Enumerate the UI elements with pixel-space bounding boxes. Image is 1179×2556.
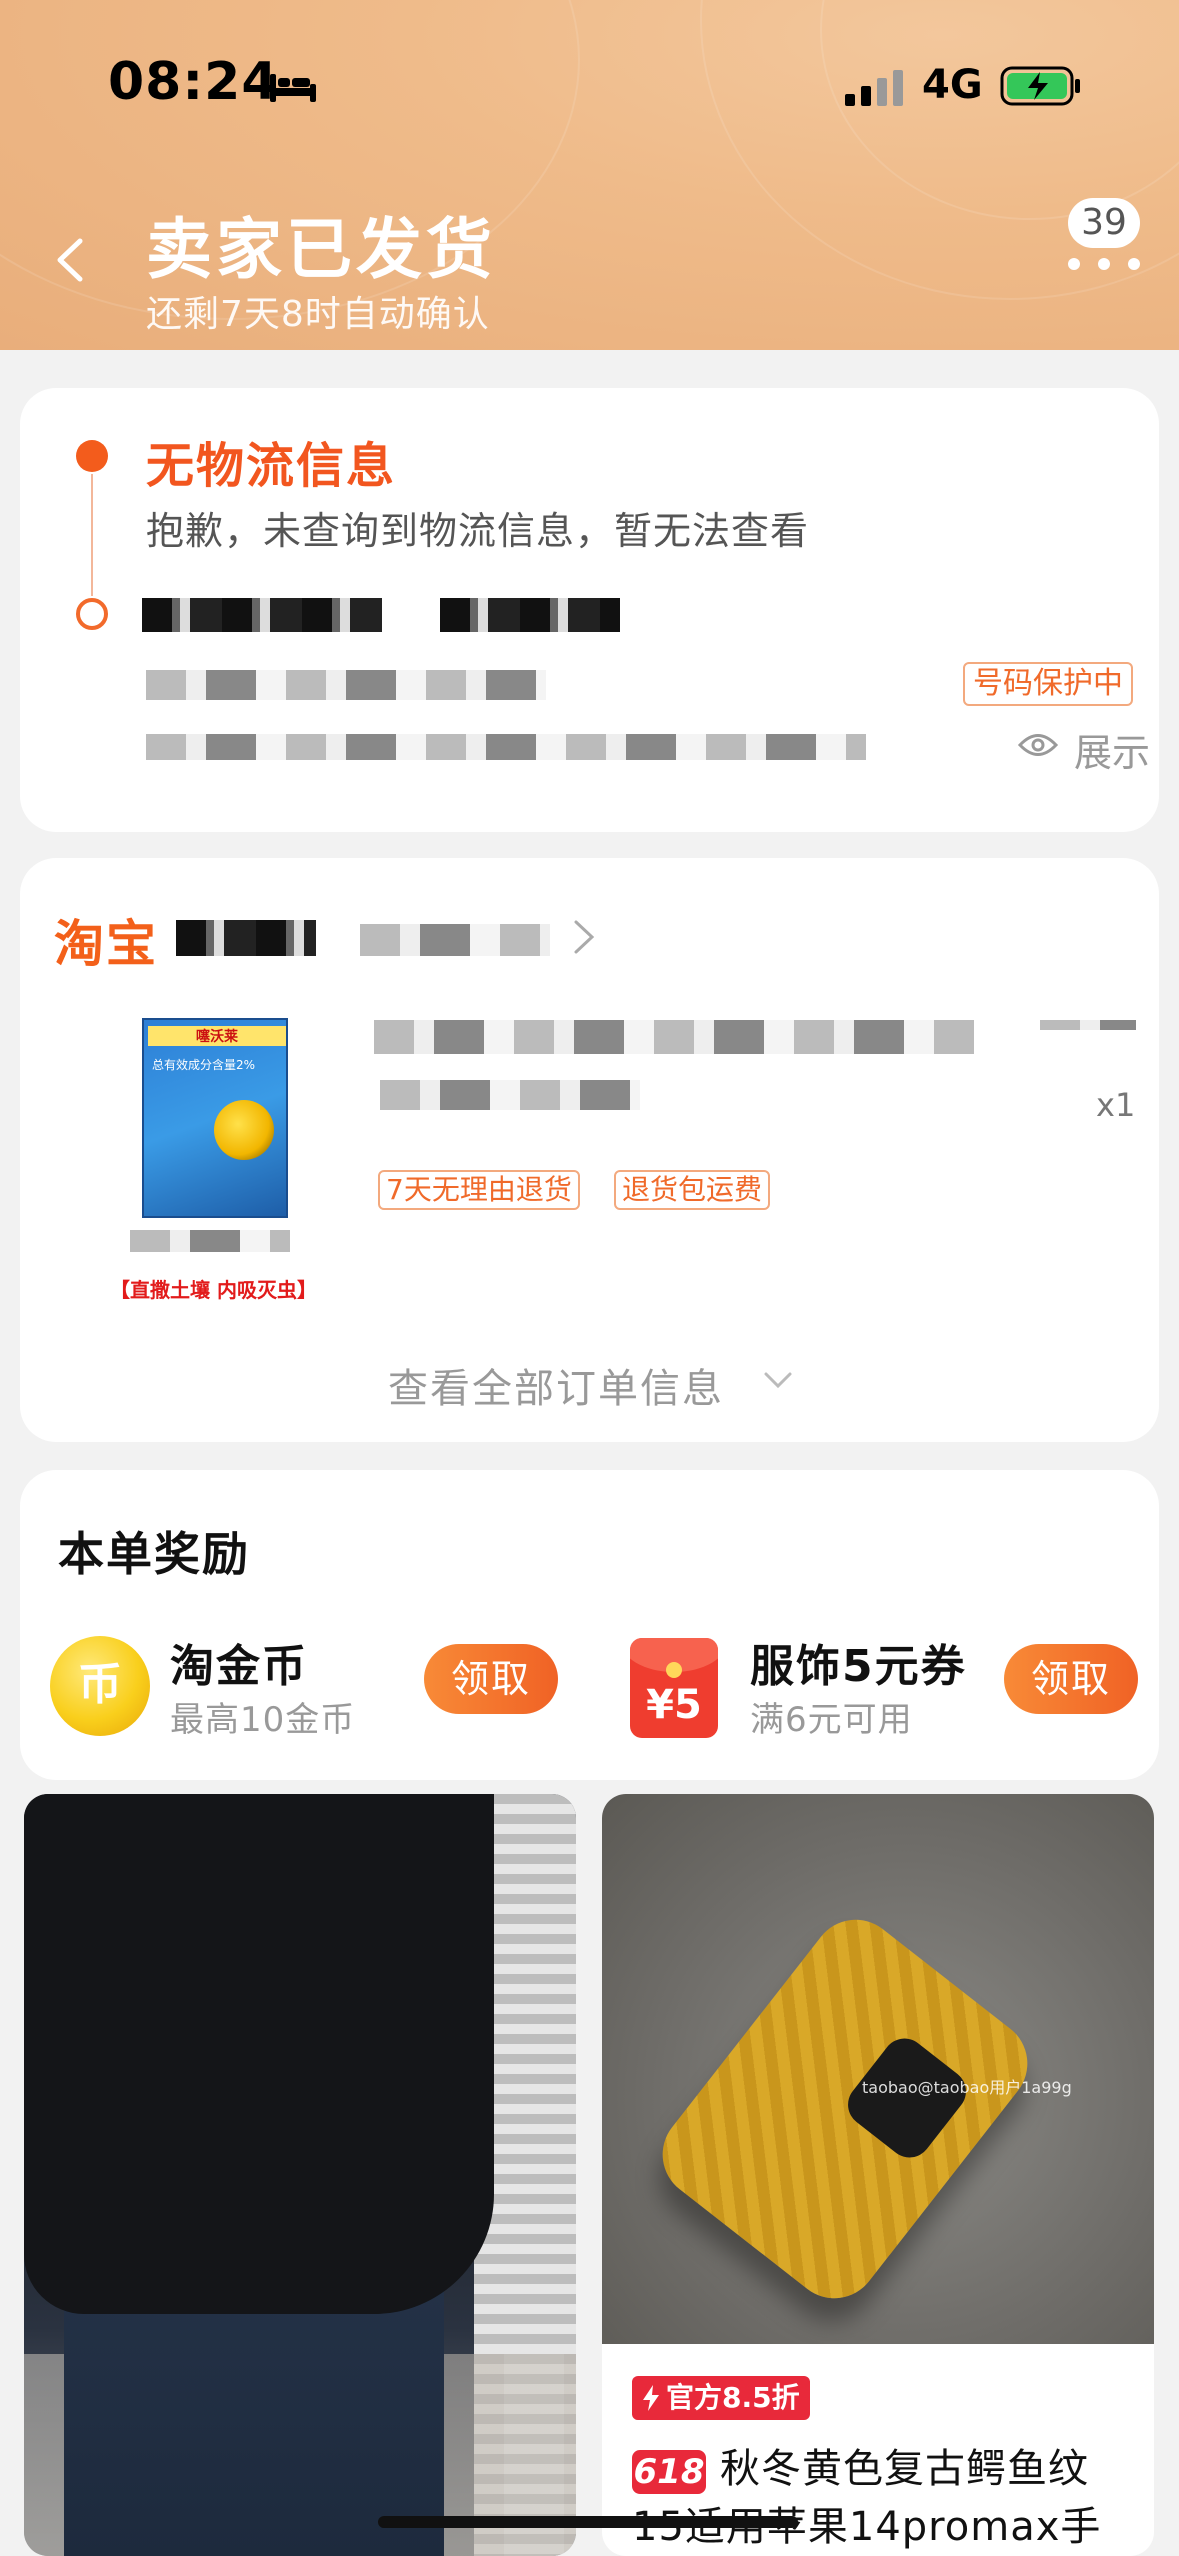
red-packet-icon: ¥5 xyxy=(630,1638,718,1738)
redacted-recipient-name xyxy=(142,598,382,632)
reward-desc: 满6元可用 xyxy=(750,1700,913,1740)
image-watermark: taobao@taobao用户1a99g xyxy=(862,2078,1072,2097)
show-address-label: 展示 xyxy=(1074,731,1151,775)
more-dots-icon[interactable] xyxy=(1066,258,1142,270)
redacted-recipient-phone xyxy=(440,598,620,632)
pesticide-pack-image: 噻沃莱 总有效成分含量2% xyxy=(142,1018,288,1218)
logistics-status-desc: 抱歉，未查询到物流信息，暂无法查看 xyxy=(146,509,810,553)
home-indicator[interactable] xyxy=(378,2516,798,2528)
gold-coin-icon xyxy=(50,1636,150,1736)
red-packet-amount: ¥5 xyxy=(646,1682,702,1728)
pack-ingredient: 总有效成分含量2% xyxy=(152,1058,256,1072)
order-rewards-card: 本单奖励 淘金币 最高10金币 领取 ¥5 服饰5元券 满6元可用 领取 xyxy=(20,1470,1159,1780)
lightning-icon xyxy=(643,2385,659,2411)
phone-protection-badge: 号码保护中 xyxy=(963,662,1133,706)
red-packet-knot xyxy=(666,1662,682,1678)
discount-tag: 官方8.5折 xyxy=(632,2376,810,2420)
reward-name: 淘金币 xyxy=(170,1641,308,1692)
clock: 08:24 xyxy=(108,52,279,112)
product-photo-phone-case: taobao@taobao用户1a99g xyxy=(602,1794,1154,2344)
order-card: 淘宝 噻沃莱 总有效成分含量2% 【直撒土壤 内吸灭虫】 x1 7天无理由退货 … xyxy=(20,858,1159,1442)
eye-icon xyxy=(1018,734,1058,756)
auto-confirm-countdown: 还剩7天8时自动确认 xyxy=(146,294,490,335)
bee-mascot xyxy=(214,1100,274,1160)
discount-label: 官方8.5折 xyxy=(666,2381,800,2414)
battery-charging-icon xyxy=(1000,66,1080,106)
back-arrow-icon[interactable] xyxy=(52,235,88,285)
redacted-shop-name[interactable] xyxy=(176,920,316,956)
sleep-focus-icon xyxy=(270,74,316,102)
message-count-badge[interactable]: 39 xyxy=(1068,198,1140,248)
claim-button[interactable]: 领取 xyxy=(424,1644,558,1714)
recommended-product-card[interactable]: taobao@taobao用户1a99g 官方8.5折 618 秋冬黄色复古鳄鱼… xyxy=(602,1794,1154,2556)
claim-button[interactable]: 领取 xyxy=(1004,1644,1138,1714)
timeline-line xyxy=(91,474,93,596)
pack-brand: 噻沃莱 xyxy=(148,1026,286,1046)
product-title: 秋冬黄色复古鳄鱼纹15适用苹果14promax手 xyxy=(632,2446,1102,2550)
logistics-card[interactable]: 无物流信息 抱歉，未查询到物流信息，暂无法查看 号码保护中 展示 xyxy=(20,388,1159,832)
timeline-current-dot xyxy=(76,440,108,472)
redacted-address-line xyxy=(146,670,546,700)
product-quantity: x1 xyxy=(1096,1086,1136,1124)
show-address-button[interactable]: 展示 xyxy=(1018,722,1158,778)
product-image[interactable]: 噻沃莱 总有效成分含量2% 【直撒土壤 内吸灭虫】 xyxy=(110,1018,317,1308)
timeline-address-dot xyxy=(76,598,108,630)
cellular-signal-icon xyxy=(845,70,903,106)
order-status-header: 08:24 4G 卖家已发货 还剩7天8时自动确认 39 xyxy=(0,0,1179,350)
network-type: 4G xyxy=(922,62,983,108)
view-all-order-info-button[interactable]: 查看全部订单信息 xyxy=(388,1356,724,1414)
rewards-title: 本单奖励 xyxy=(58,1527,250,1581)
chevron-down-icon[interactable] xyxy=(760,1368,796,1392)
product-caption: 【直撒土壤 内吸灭虫】 xyxy=(110,1278,317,1302)
status-bar: 08:24 4G xyxy=(0,0,1179,170)
service-tag: 退货包运费 xyxy=(614,1170,771,1210)
reward-item-gold-coin: 淘金币 最高10金币 领取 xyxy=(50,1630,570,1740)
redacted-product-title[interactable] xyxy=(374,1020,974,1054)
page-title: 卖家已发货 xyxy=(146,211,496,288)
redacted-address-line xyxy=(146,734,866,760)
redacted-product-name xyxy=(130,1230,290,1252)
recommended-product-card[interactable] xyxy=(24,1794,576,2556)
reward-item-coupon: ¥5 服饰5元券 满6元可用 领取 xyxy=(630,1630,1150,1740)
redacted-shop-name[interactable] xyxy=(360,924,550,956)
reward-name: 服饰5元券 xyxy=(750,1641,967,1692)
chevron-right-icon[interactable] xyxy=(570,916,598,958)
redacted-price xyxy=(1040,1020,1136,1030)
taobao-logo: 淘宝 xyxy=(54,915,158,973)
product-photo-jeans xyxy=(24,1794,576,2556)
reward-desc: 最高10金币 xyxy=(170,1700,356,1740)
redacted-product-sku xyxy=(380,1080,640,1110)
service-tag: 7天无理由退货 xyxy=(378,1170,580,1210)
phone-case-figure xyxy=(644,1902,1046,2316)
hoodie-figure xyxy=(24,1794,494,2314)
logistics-status-title: 无物流信息 xyxy=(146,438,397,494)
